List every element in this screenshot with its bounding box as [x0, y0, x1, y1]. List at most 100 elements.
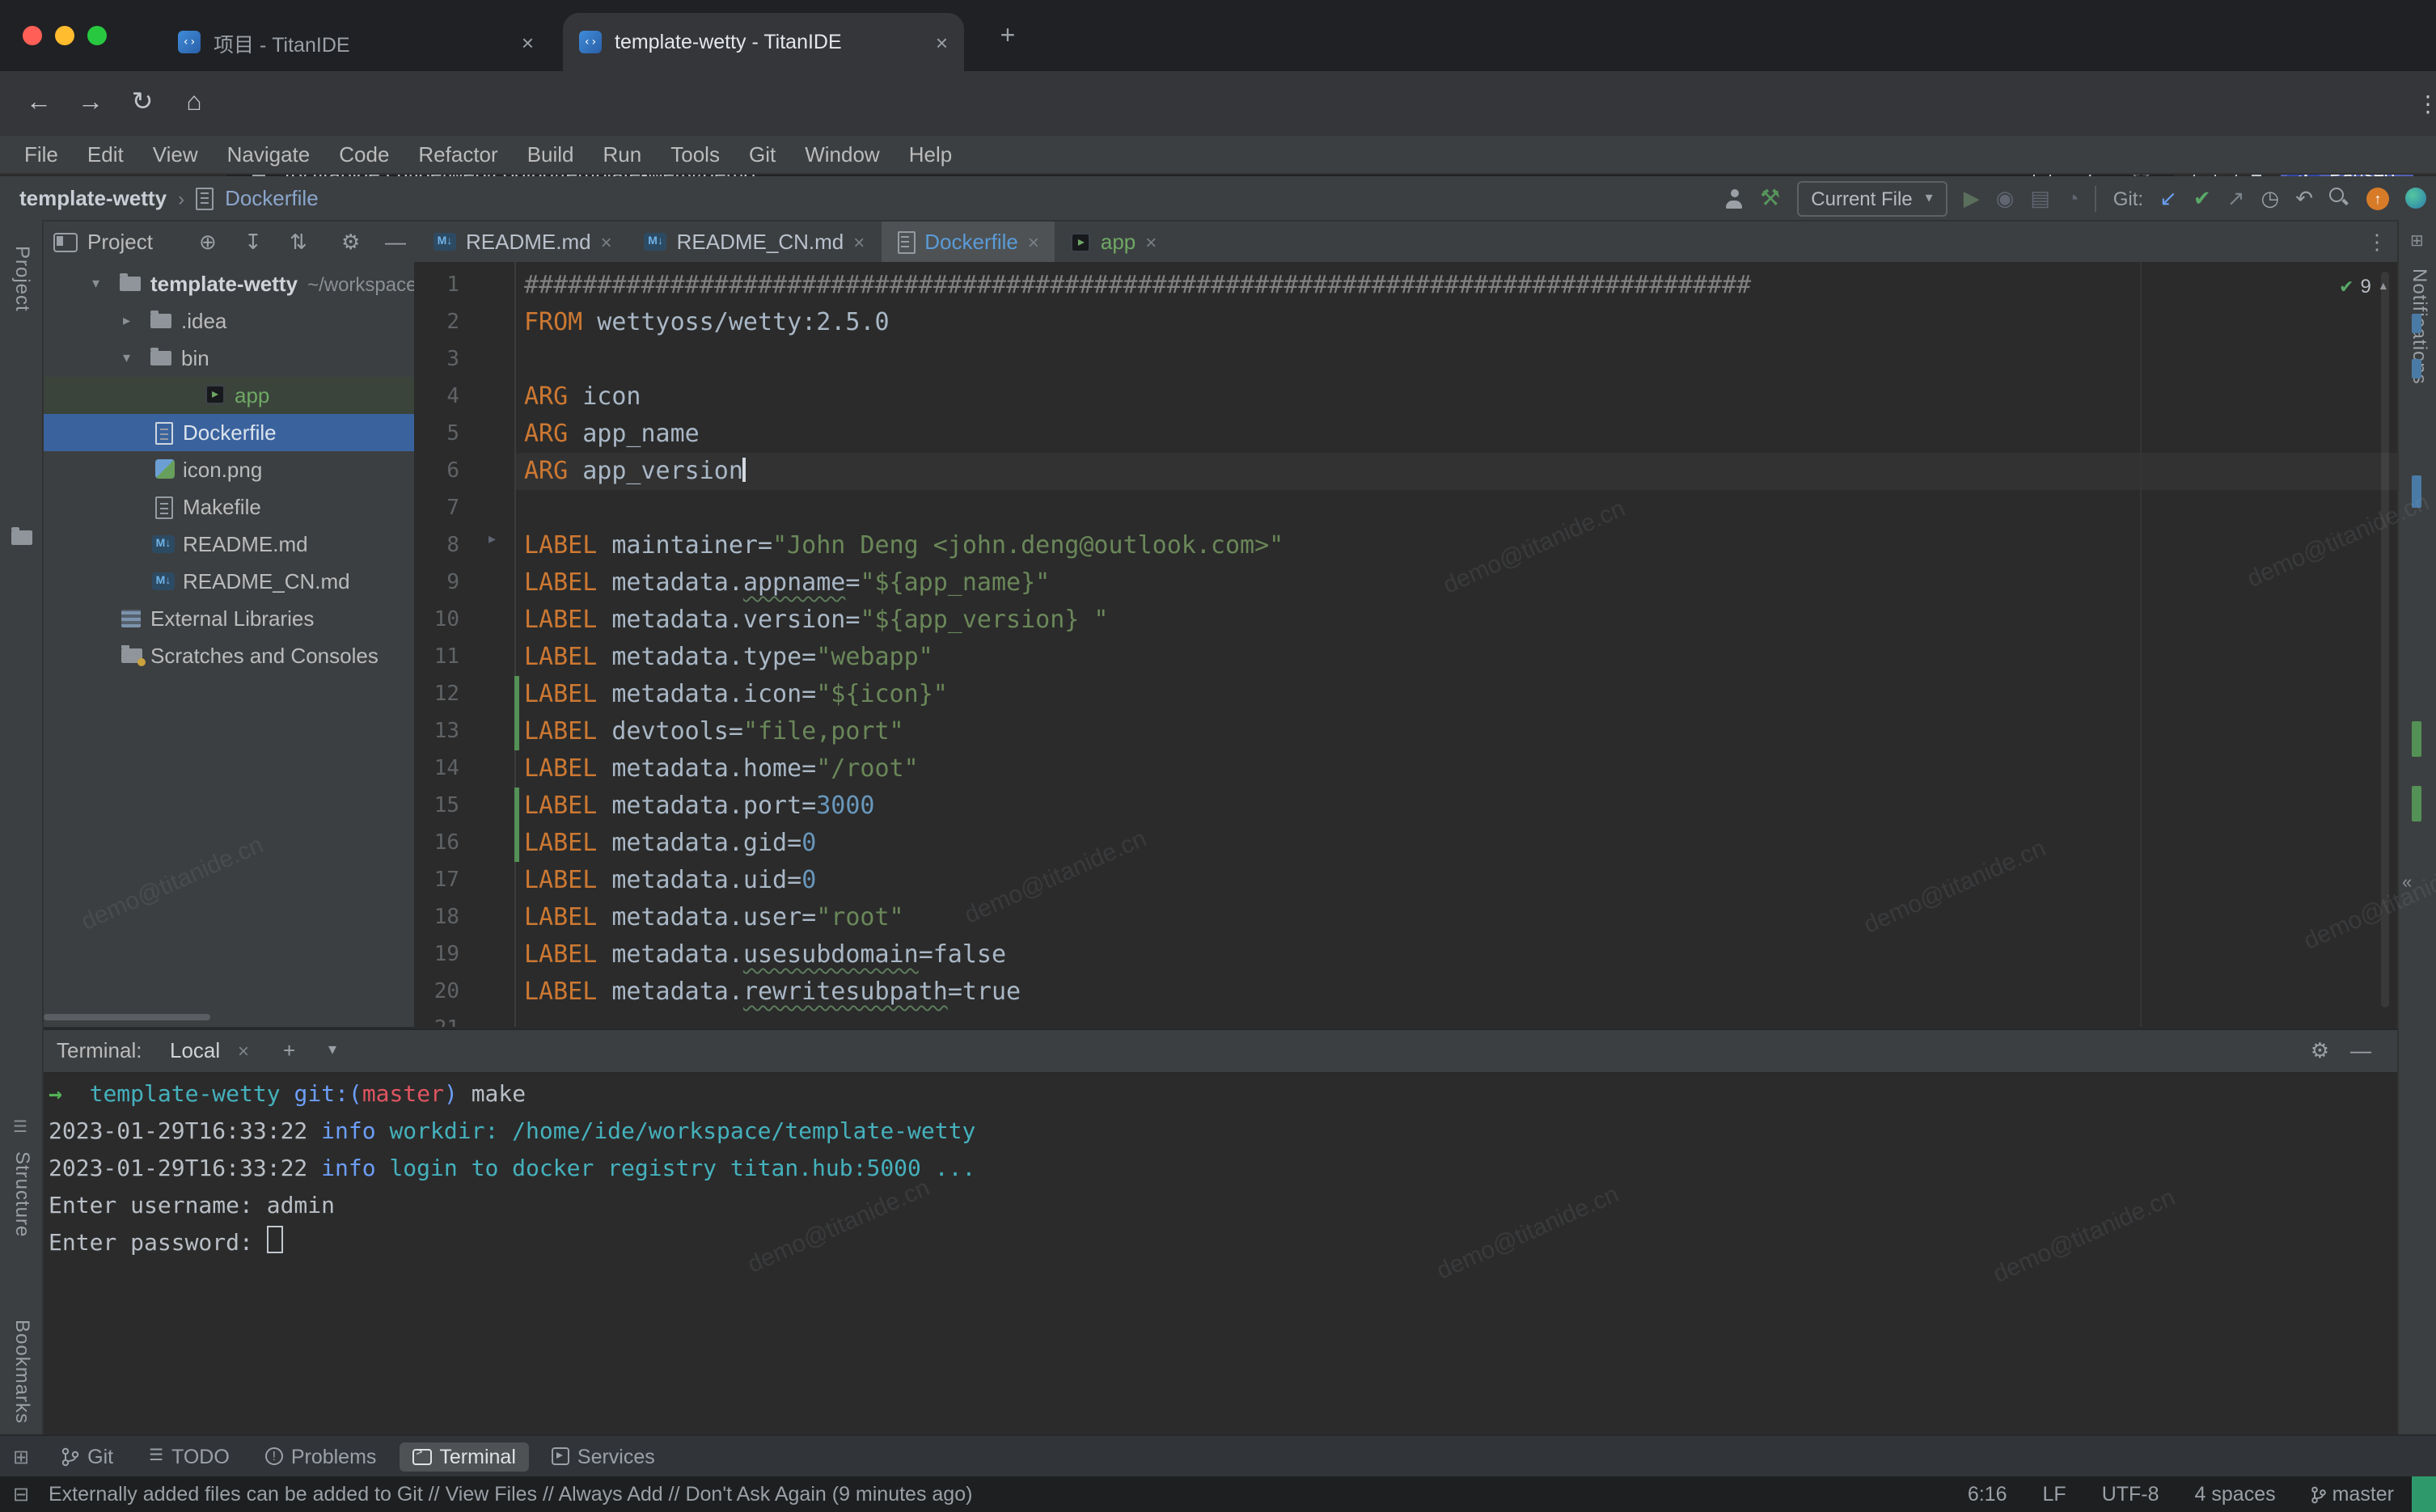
- menu-code[interactable]: Code: [324, 136, 404, 173]
- tree-item-bin[interactable]: ▾ bin: [44, 340, 414, 377]
- toolwindow-git[interactable]: Git: [49, 1442, 126, 1471]
- menu-view[interactable]: View: [138, 136, 213, 173]
- menu-file[interactable]: File: [10, 136, 73, 173]
- structure-icon[interactable]: ☰: [13, 1119, 27, 1137]
- folder-icon[interactable]: [11, 530, 32, 545]
- reload-icon[interactable]: ↻: [123, 71, 162, 136]
- tree-item-readme-md[interactable]: README.md: [44, 526, 414, 563]
- git-branch-widget[interactable]: master: [2311, 1483, 2394, 1506]
- caret-position[interactable]: 6:16: [1968, 1483, 2007, 1506]
- menu-build[interactable]: Build: [513, 136, 589, 173]
- line-separator[interactable]: LF: [2043, 1483, 2066, 1506]
- toolwindow-services[interactable]: Services: [539, 1442, 668, 1471]
- toolwindow-todo[interactable]: ☰ TODO: [136, 1442, 243, 1471]
- code-editor[interactable]: ▸ 1 2 3 4 5 6 7 8 9 10 11 12 13 14 15 16…: [414, 262, 2397, 1027]
- debug-icon[interactable]: ◉: [1996, 185, 2015, 211]
- notifications-bell-icon[interactable]: ⊞: [2410, 233, 2424, 251]
- new-tab-button[interactable]: +: [990, 19, 1026, 55]
- scroll-to-source-icon[interactable]: ↧: [244, 222, 262, 262]
- fold-icon[interactable]: ▸: [488, 530, 496, 548]
- browser-tab-2[interactable]: ‹› template-wetty - TitanIDE ×: [563, 13, 964, 71]
- tab-close-icon[interactable]: ×: [853, 230, 865, 253]
- tree-item-dockerfile[interactable]: Dockerfile: [44, 414, 414, 451]
- menu-window[interactable]: Window: [790, 136, 894, 173]
- tab-close-icon[interactable]: ×: [1145, 230, 1157, 253]
- error-stripe-mark[interactable]: [2412, 721, 2421, 757]
- error-stripe-mark[interactable]: [2412, 475, 2421, 508]
- tree-item-readme-cn-md[interactable]: README_CN.md: [44, 563, 414, 600]
- back-icon[interactable]: ←: [19, 71, 58, 136]
- tool-window-switcher-icon[interactable]: ⊞: [13, 1445, 29, 1468]
- menu-navigate[interactable]: Navigate: [213, 136, 325, 173]
- history-icon[interactable]: ◷: [2261, 185, 2280, 211]
- tab-close-icon[interactable]: ×: [601, 230, 612, 253]
- tab-close-icon[interactable]: ×: [238, 1030, 249, 1072]
- editor-tab-readme-md[interactable]: README.md ×: [417, 222, 628, 262]
- tab-close-icon[interactable]: ×: [1028, 230, 1039, 253]
- browser-menu-icon[interactable]: ⋮: [2417, 71, 2436, 136]
- git-commit-icon[interactable]: ✔: [2193, 185, 2211, 211]
- file-encoding[interactable]: UTF-8: [2102, 1483, 2159, 1506]
- editor-tab-options-icon[interactable]: ⋮: [2366, 222, 2387, 262]
- editor-tab-dockerfile[interactable]: Dockerfile ×: [881, 222, 1055, 262]
- menu-git[interactable]: Git: [734, 136, 790, 173]
- code-content[interactable]: ########################################…: [524, 267, 1751, 1027]
- stripe-structure-button[interactable]: Structure: [11, 1151, 34, 1237]
- error-stripe-mark[interactable]: [2412, 314, 2421, 333]
- tree-item-app[interactable]: app: [44, 377, 414, 414]
- code-with-me-avatar-icon[interactable]: [2405, 188, 2426, 209]
- home-icon[interactable]: ⌂: [175, 71, 214, 136]
- status-window-icon[interactable]: ⊟: [13, 1476, 29, 1512]
- editor-tab-readme-cn-md[interactable]: README_CN.md ×: [628, 222, 882, 262]
- menu-refactor[interactable]: Refactor: [404, 136, 512, 173]
- tab-close-icon[interactable]: ×: [522, 30, 534, 54]
- breadcrumb-file[interactable]: Dockerfile: [225, 186, 319, 210]
- minimize-panel-icon[interactable]: —: [2350, 1030, 2371, 1072]
- tree-item-scratches[interactable]: Scratches and Consoles: [44, 637, 414, 674]
- profiler-icon[interactable]: ◔: [2066, 186, 2079, 210]
- error-stripe-mark[interactable]: [2412, 786, 2421, 821]
- project-panel-title[interactable]: Project: [87, 222, 153, 262]
- coverage-icon[interactable]: ▤: [2030, 185, 2050, 211]
- terminal-tab-local[interactable]: Local: [170, 1030, 220, 1072]
- terminal-output[interactable]: → template-wetty git:(master) make 2023-…: [49, 1077, 975, 1263]
- tree-item-icon-png[interactable]: icon.png: [44, 451, 414, 488]
- next-problem-icon[interactable]: ▼: [2396, 281, 2397, 292]
- expand-collapse-icon[interactable]: ⇅: [290, 222, 307, 262]
- chevron-down-icon[interactable]: ▾: [123, 340, 130, 377]
- tree-item-external-libraries[interactable]: External Libraries: [44, 600, 414, 637]
- breadcrumb-project[interactable]: template-wetty: [19, 186, 167, 210]
- window-minimize-button[interactable]: [55, 26, 74, 45]
- menu-help[interactable]: Help: [894, 136, 967, 173]
- status-message[interactable]: Externally added files can be added to G…: [49, 1476, 972, 1512]
- locate-file-icon[interactable]: ⊕: [199, 222, 217, 262]
- menu-run[interactable]: Run: [589, 136, 657, 173]
- update-notification-icon[interactable]: ↑: [2366, 187, 2389, 209]
- chevron-down-icon[interactable]: ▾: [92, 265, 99, 302]
- git-push-icon[interactable]: ↗: [2227, 185, 2245, 211]
- new-session-icon[interactable]: +: [283, 1030, 295, 1072]
- tree-item-makefile[interactable]: Makefile: [44, 488, 414, 526]
- run-configuration-select[interactable]: Current File ▾: [1796, 180, 1947, 216]
- rollback-icon[interactable]: ↶: [2295, 185, 2313, 211]
- forward-icon[interactable]: →: [71, 71, 110, 136]
- toolwindow-terminal[interactable]: Terminal: [399, 1442, 529, 1471]
- editor-scrollbar[interactable]: [2381, 272, 2389, 1007]
- run-icon[interactable]: ▶: [1964, 185, 1980, 211]
- tree-item-template-wetty[interactable]: ▾ template-wetty~/workspace: [44, 265, 414, 302]
- hide-panel-icon[interactable]: —: [385, 222, 406, 262]
- session-dropdown-icon[interactable]: ▾: [328, 1030, 336, 1072]
- terminal-panel[interactable]: Terminal: Local × + ▾ ⚙ — → template-wet…: [44, 1028, 2397, 1434]
- editor-tab-app[interactable]: app ×: [1055, 222, 1173, 262]
- menu-tools[interactable]: Tools: [656, 136, 734, 173]
- search-icon[interactable]: [2329, 188, 2350, 209]
- window-close-button[interactable]: [23, 26, 42, 45]
- toolwindow-problems[interactable]: Problems: [252, 1442, 390, 1471]
- tree-item-idea[interactable]: ▸ .idea: [44, 302, 414, 340]
- error-stripe-mark[interactable]: [2412, 359, 2421, 378]
- browser-tab-1[interactable]: ‹› 项目 - TitanIDE ×: [162, 13, 550, 71]
- build-hammer-icon[interactable]: ⚒: [1760, 184, 1780, 212]
- gear-icon[interactable]: ⚙: [341, 222, 360, 262]
- line-number-gutter[interactable]: 1 2 3 4 5 6 7 8 9 10 11 12 13 14 15 16 1…: [414, 267, 459, 1027]
- tree-horizontal-scrollbar[interactable]: [44, 1014, 210, 1020]
